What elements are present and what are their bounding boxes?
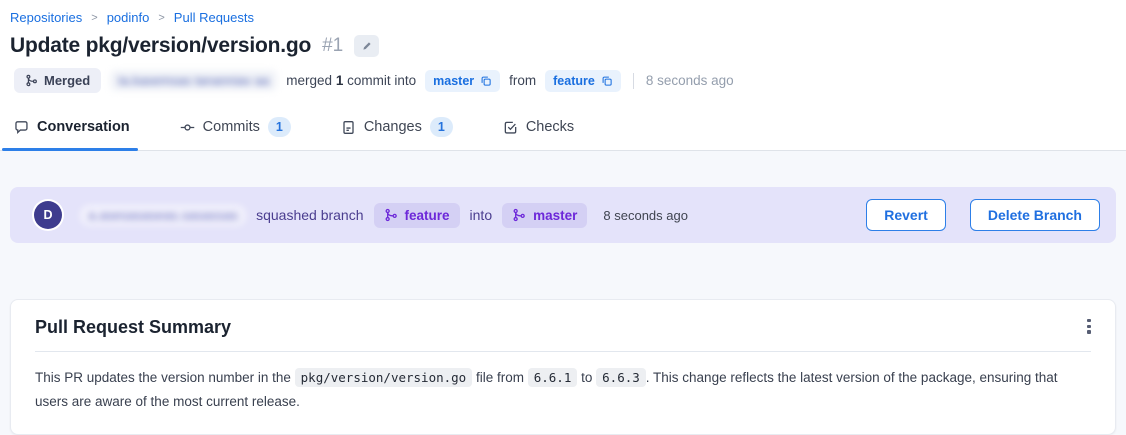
merge-action-text2: commit into xyxy=(347,73,416,88)
kebab-icon xyxy=(1087,319,1090,334)
pr-tab-bar: Conversation Commits 1 Changes 1 xyxy=(0,106,1126,151)
banner-timestamp: 8 seconds ago xyxy=(603,208,688,223)
git-branch-icon xyxy=(384,208,398,222)
commits-count-badge: 1 xyxy=(268,117,291,137)
source-branch-name: feature xyxy=(553,74,595,88)
card-menu-button[interactable] xyxy=(1077,313,1101,339)
file-icon xyxy=(341,120,356,135)
banner-action-text: squashed branch xyxy=(256,207,363,223)
pr-number: #1 xyxy=(322,35,343,57)
target-branch-name: master xyxy=(433,74,474,88)
copy-icon[interactable] xyxy=(480,75,492,87)
git-merge-icon xyxy=(25,74,38,87)
summary-card-title: Pull Request Summary xyxy=(35,317,1091,352)
from-label: from xyxy=(509,73,536,88)
source-branch-name: feature xyxy=(405,208,450,223)
tab-label: Checks xyxy=(526,119,574,135)
breadcrumb-repositories[interactable]: Repositories xyxy=(10,10,82,25)
git-commit-icon xyxy=(180,120,195,135)
summary-card-body: This PR updates the version number in th… xyxy=(35,352,1080,413)
old-version-code: 6.6.1 xyxy=(528,368,578,387)
target-branch-name: master xyxy=(533,208,577,223)
file-path-code: pkg/version/version.go xyxy=(295,368,473,387)
tab-changes[interactable]: Changes 1 xyxy=(339,108,455,150)
git-branch-icon xyxy=(512,208,526,222)
merge-result-banner: D a.asesasaseas.sasassas squashed branch… xyxy=(10,187,1116,243)
merged-badge-label: Merged xyxy=(44,73,90,88)
edit-title-button[interactable] xyxy=(354,35,379,57)
title-row: Update pkg/version/version.go #1 xyxy=(10,34,1116,58)
delete-branch-button[interactable]: Delete Branch xyxy=(970,199,1100,231)
merge-status-row: Merged ta.kasemsas tananniav aa merged 1… xyxy=(14,68,1116,93)
changes-count-badge: 1 xyxy=(430,117,453,137)
target-branch-chip[interactable]: master xyxy=(425,70,500,92)
breadcrumb: Repositories > podinfo > Pull Requests xyxy=(10,10,1116,25)
vertical-divider xyxy=(633,73,634,89)
checklist-icon xyxy=(503,120,518,135)
target-branch-pill: master xyxy=(502,203,587,228)
new-version-code: 6.6.3 xyxy=(596,368,646,387)
breadcrumb-podinfo[interactable]: podinfo xyxy=(107,10,150,25)
breadcrumb-pull-requests[interactable]: Pull Requests xyxy=(174,10,254,25)
merge-sentence: merged 1 commit into xyxy=(286,73,416,88)
merged-status-badge: Merged xyxy=(14,68,101,93)
pr-content-area: D a.asesasaseas.sasassas squashed branch… xyxy=(0,151,1126,434)
source-branch-pill: feature xyxy=(374,203,460,228)
merge-timestamp: 8 seconds ago xyxy=(646,73,734,88)
page-title: Update pkg/version/version.go xyxy=(10,34,311,58)
tab-conversation[interactable]: Conversation xyxy=(12,108,132,150)
copy-icon[interactable] xyxy=(601,75,613,87)
page-header: Repositories > podinfo > Pull Requests U… xyxy=(0,0,1126,106)
summary-text: to xyxy=(577,370,596,385)
tab-commits[interactable]: Commits 1 xyxy=(178,108,293,150)
redacted-username: a.asesasaseas.sasassas xyxy=(80,205,246,226)
tab-checks[interactable]: Checks xyxy=(501,108,576,150)
commit-count: 1 xyxy=(336,73,344,88)
source-branch-chip[interactable]: feature xyxy=(545,70,621,92)
breadcrumb-separator: > xyxy=(158,12,164,24)
chat-bubble-icon xyxy=(14,120,29,135)
tab-label: Changes xyxy=(364,119,422,135)
pull-request-page: Repositories > podinfo > Pull Requests U… xyxy=(0,0,1126,432)
avatar: D xyxy=(34,201,62,229)
pencil-icon xyxy=(361,40,373,52)
revert-button[interactable]: Revert xyxy=(866,199,946,231)
summary-text: This PR updates the version number in th… xyxy=(35,370,295,385)
redacted-username: ta.kasemsas tananniav aa xyxy=(110,70,277,91)
tab-label: Commits xyxy=(203,119,260,135)
tab-label: Conversation xyxy=(37,119,130,135)
merge-action-text: merged xyxy=(286,73,332,88)
into-label: into xyxy=(470,207,493,223)
pull-request-summary-card: Pull Request Summary This PR updates the… xyxy=(10,299,1116,434)
summary-text: file from xyxy=(472,370,528,385)
breadcrumb-separator: > xyxy=(91,12,97,24)
